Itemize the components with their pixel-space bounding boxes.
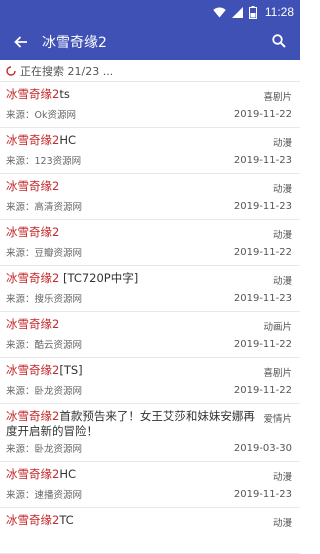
list-item[interactable]: 冰雪奇缘2[TS] 喜剧片 来源：卧龙资源网 2019-11-22: [0, 358, 300, 404]
result-keyword: 冰雪奇缘2: [6, 467, 60, 481]
result-source: 来源：卧龙资源网: [6, 386, 83, 397]
result-type: 喜剧片: [263, 368, 292, 379]
refresh-spinner-icon: [6, 65, 16, 76]
battery-icon: [248, 5, 257, 19]
result-title-rest: HC: [59, 133, 77, 147]
result-date: 2019-11-23: [233, 154, 292, 166]
result-title-rest: [TS]: [59, 363, 83, 377]
search-progress: 正在搜索 21/23 ...: [0, 60, 300, 82]
back-button[interactable]: [8, 29, 34, 55]
result-title: 冰雪奇缘2[TS]: [6, 363, 83, 378]
result-keyword: 冰雪奇缘2: [6, 225, 60, 239]
list-item[interactable]: 冰雪奇缘2ts 喜剧片 来源：Ok资源网 2019-11-22: [0, 82, 300, 128]
result-keyword: 冰雪奇缘2: [6, 317, 60, 331]
app-bar: 冰雪奇缘2: [0, 24, 300, 60]
result-title: 冰雪奇缘2 [TC720P中字]: [6, 271, 138, 286]
status-bar: 11:28: [0, 0, 300, 24]
result-title: 冰雪奇缘2: [6, 179, 59, 194]
result-source: 来源：Ok资源网: [6, 110, 76, 121]
result-date: 2019-11-23: [233, 488, 292, 500]
result-type: 动漫: [272, 518, 292, 529]
result-type: 喜剧片: [263, 92, 292, 103]
result-source: 来源：高清资源网: [6, 202, 83, 213]
result-keyword: 冰雪奇缘2: [6, 87, 60, 101]
search-button[interactable]: [266, 29, 292, 55]
list-item[interactable]: 冰雪奇缘2 [TC720P中字] 动漫 来源：搜乐资源网 2019-11-23: [0, 266, 300, 312]
result-date: 2019-11-23: [233, 292, 292, 304]
result-keyword: 冰雪奇缘2: [6, 271, 60, 285]
arrow-left-icon: [14, 33, 28, 52]
list-item[interactable]: 冰雪奇缘2TC 动漫: [0, 508, 300, 554]
result-title-rest: TC: [59, 513, 74, 527]
page-title: 冰雪奇缘2: [42, 35, 107, 51]
result-date: 2019-11-22: [233, 246, 292, 258]
result-keyword: 冰雪奇缘2: [6, 133, 60, 147]
result-title: 冰雪奇缘2TC: [6, 513, 74, 528]
result-source: 来源：酷云资源网: [6, 340, 83, 351]
list-item[interactable]: 冰雪奇缘2HC 动漫 来源：速播资源网 2019-11-23: [0, 462, 300, 508]
search-icon: [272, 33, 286, 52]
result-title: 冰雪奇缘2HC: [6, 467, 76, 482]
result-title-rest: [TC720P中字]: [59, 271, 139, 285]
list-item[interactable]: 冰雪奇缘2首款预告来了！女王艾莎和妹妹安娜再度开启新的冒险！ 爱情片 来源：卧龙…: [0, 404, 300, 462]
result-date: 2019-11-22: [233, 108, 292, 120]
result-type: 动漫: [272, 472, 292, 483]
signal-icon: [231, 6, 243, 18]
list-item[interactable]: 冰雪奇缘2 动漫 来源：高清资源网 2019-11-23: [0, 174, 300, 220]
status-time: 11:28: [264, 5, 294, 19]
result-type: 动漫: [272, 230, 292, 241]
result-type: 动画片: [263, 322, 292, 333]
result-source: 来源：速播资源网: [6, 490, 83, 501]
progress-text: 正在搜索 21/23 ...: [20, 64, 114, 78]
result-keyword: 冰雪奇缘2: [6, 363, 60, 377]
result-list: 冰雪奇缘2ts 喜剧片 来源：Ok资源网 2019-11-22 冰雪奇缘2HC …: [0, 82, 300, 554]
result-date: 2019-11-22: [233, 384, 292, 396]
result-date: 2019-03-30: [233, 442, 292, 454]
result-keyword: 冰雪奇缘2: [6, 409, 60, 423]
result-title: 冰雪奇缘2: [6, 317, 59, 332]
result-keyword: 冰雪奇缘2: [6, 513, 60, 527]
result-type: 爱情片: [263, 414, 292, 425]
result-source: 来源：卧龙资源网: [6, 444, 83, 455]
result-date: 2019-11-22: [233, 338, 292, 350]
result-title-rest: ts: [59, 87, 70, 101]
result-source: 来源：豆瓣资源网: [6, 248, 83, 259]
result-type: 动漫: [272, 138, 292, 149]
result-source: 来源：123资源网: [6, 156, 82, 167]
result-title: 冰雪奇缘2ts: [6, 87, 70, 102]
result-type: 动漫: [272, 184, 292, 195]
result-source: 来源：搜乐资源网: [6, 294, 83, 305]
result-title-rest: HC: [59, 467, 77, 481]
result-title: 冰雪奇缘2首款预告来了！女王艾莎和妹妹安娜再度开启新的冒险！: [6, 409, 257, 439]
result-type: 动漫: [272, 276, 292, 287]
result-title: 冰雪奇缘2HC: [6, 133, 76, 148]
list-item[interactable]: 冰雪奇缘2HC 动漫 来源：123资源网 2019-11-23: [0, 128, 300, 174]
list-item[interactable]: 冰雪奇缘2 动画片 来源：酷云资源网 2019-11-22: [0, 312, 300, 358]
result-keyword: 冰雪奇缘2: [6, 179, 60, 193]
result-title: 冰雪奇缘2: [6, 225, 59, 240]
wifi-icon: [213, 7, 226, 18]
result-date: 2019-11-23: [233, 200, 292, 212]
list-item[interactable]: 冰雪奇缘2 动漫 来源：豆瓣资源网 2019-11-22: [0, 220, 300, 266]
